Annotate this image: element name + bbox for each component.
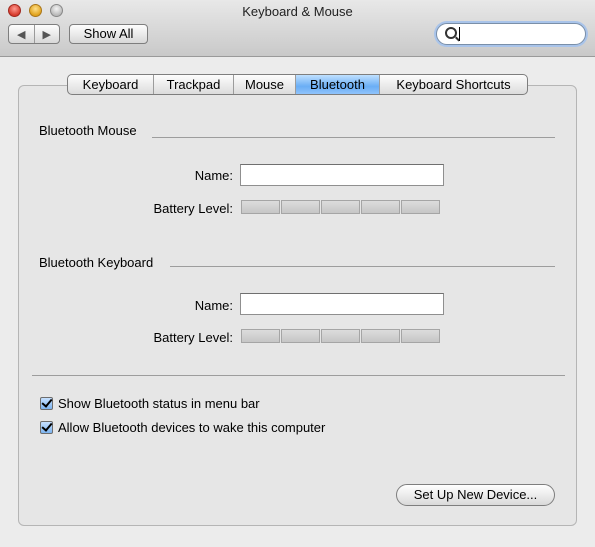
show-status-checkbox[interactable] xyxy=(40,397,53,410)
keyboard-name-field[interactable] xyxy=(240,293,444,315)
tab-keyboard-shortcuts[interactable]: Keyboard Shortcuts xyxy=(379,75,527,94)
battery-segment xyxy=(361,329,400,343)
battery-segment xyxy=(281,200,320,214)
tab-bar: Keyboard Trackpad Mouse Bluetooth Keyboa… xyxy=(67,74,528,95)
battery-segment xyxy=(241,200,280,214)
back-arrow-icon[interactable]: ◀ xyxy=(9,25,34,43)
allow-wake-checkbox[interactable] xyxy=(40,421,53,434)
battery-segment xyxy=(361,200,400,214)
allow-wake-label: Allow Bluetooth devices to wake this com… xyxy=(58,420,326,435)
mouse-section-title: Bluetooth Mouse xyxy=(39,123,137,138)
text-cursor xyxy=(459,27,460,41)
back-forward-control: ◀ ▶ xyxy=(8,24,60,44)
mouse-battery-label: Battery Level: xyxy=(153,201,234,216)
show-status-option[interactable]: Show Bluetooth status in menu bar xyxy=(40,396,260,411)
mouse-section-divider xyxy=(152,137,555,138)
battery-segment xyxy=(241,329,280,343)
tab-mouse[interactable]: Mouse xyxy=(233,75,295,94)
keyboard-section-title: Bluetooth Keyboard xyxy=(39,255,154,270)
window-title: Keyboard & Mouse xyxy=(242,4,353,19)
forward-arrow-icon[interactable]: ▶ xyxy=(33,25,60,43)
tab-keyboard[interactable]: Keyboard xyxy=(68,75,153,94)
set-up-new-device-button[interactable]: Set Up New Device... xyxy=(396,484,555,506)
battery-segment xyxy=(321,329,360,343)
keyboard-battery-indicator xyxy=(241,329,440,343)
tab-trackpad[interactable]: Trackpad xyxy=(153,75,233,94)
keyboard-battery-label: Battery Level: xyxy=(153,330,234,345)
show-all-button[interactable]: Show All xyxy=(69,24,148,44)
battery-segment xyxy=(281,329,320,343)
search-field[interactable] xyxy=(436,23,586,45)
keyboard-section-divider xyxy=(170,266,555,267)
title-bar: Keyboard & Mouse ◀ ▶ Show All xyxy=(0,0,595,57)
mouse-battery-indicator xyxy=(241,200,440,214)
search-icon xyxy=(445,27,457,39)
battery-segment xyxy=(401,200,440,214)
options-divider xyxy=(32,375,565,376)
battery-segment xyxy=(401,329,440,343)
show-status-label: Show Bluetooth status in menu bar xyxy=(58,396,260,411)
mouse-name-field[interactable] xyxy=(240,164,444,186)
keyboard-name-label: Name: xyxy=(194,298,233,313)
preferences-window: Keyboard & Mouse ◀ ▶ Show All Keyboard T… xyxy=(0,0,595,547)
allow-wake-option[interactable]: Allow Bluetooth devices to wake this com… xyxy=(40,420,325,435)
mouse-name-label: Name: xyxy=(194,168,233,183)
battery-segment xyxy=(321,200,360,214)
tab-bluetooth[interactable]: Bluetooth xyxy=(295,75,379,94)
